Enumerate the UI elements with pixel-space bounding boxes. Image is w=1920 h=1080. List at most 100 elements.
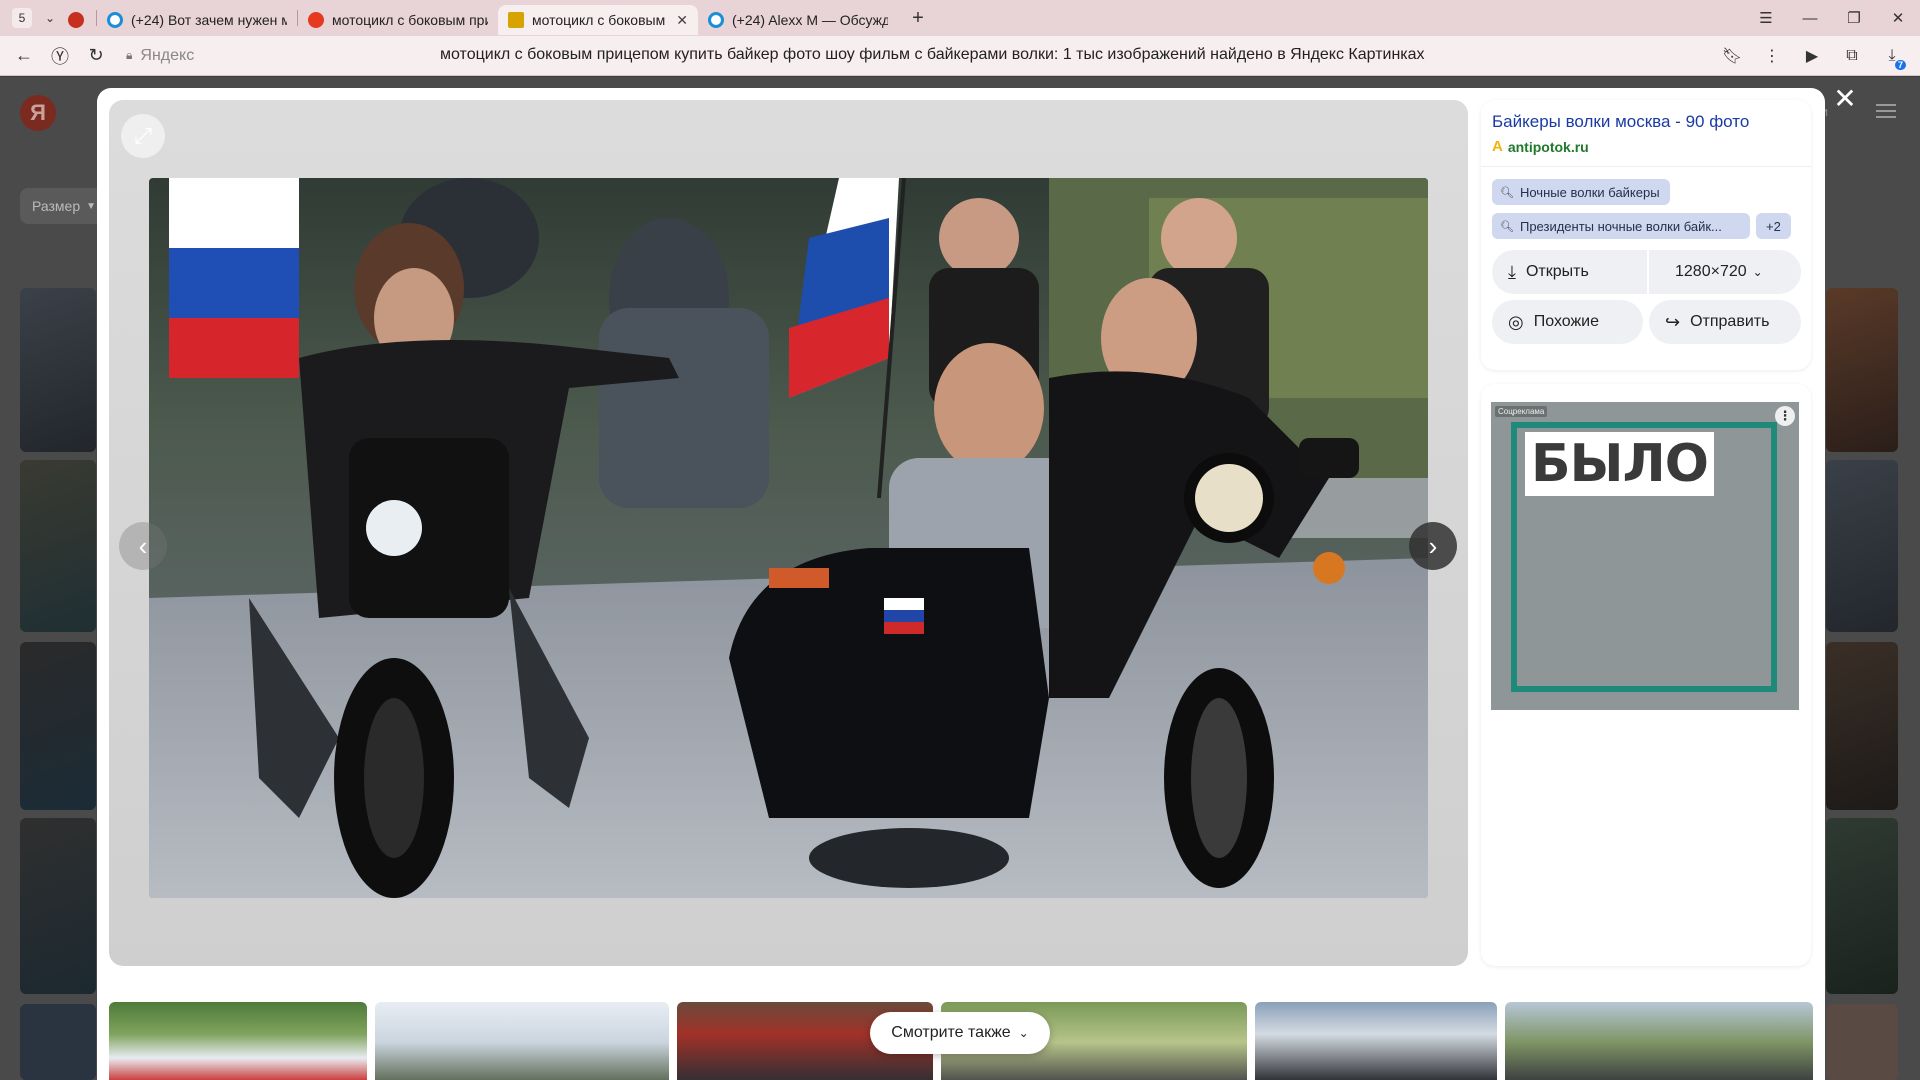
yandex-protect-icon[interactable]: Ⓨ (42, 40, 78, 72)
chevron-down-icon: ⌄ (1018, 1026, 1029, 1040)
related-thumbnail[interactable] (1255, 1002, 1497, 1080)
image-source-link[interactable]: A antipotok.ru (1492, 138, 1589, 155)
more-tags-button[interactable]: +2 (1756, 213, 1791, 239)
tab-favicon (107, 12, 123, 28)
restore-icon[interactable]: ❐ (1832, 9, 1876, 27)
camera-search-icon: ◎ (1508, 311, 1524, 332)
tab[interactable]: (+24) Alexx M — Обсужда (698, 5, 898, 35)
divider (1481, 166, 1811, 167)
ad-headline: БЫЛО (1525, 432, 1714, 496)
image-info-panel: Байкеры волки москва - 90 фото A antipot… (1481, 100, 1811, 966)
tag-label: Президенты ночные волки байк... (1519, 218, 1722, 234)
expand-fullscreen-icon[interactable]: ⤢ (121, 114, 165, 158)
reload-icon[interactable]: ↻ (78, 40, 114, 72)
address-bar-actions: 🔖︎ ⋮ ▶ ⧉ ⤓ 7 (1712, 40, 1912, 72)
tab-close-icon[interactable]: ✕ (676, 12, 688, 29)
see-also-label: Смотрите также (891, 1024, 1011, 1041)
background-thumbnail (1826, 288, 1898, 452)
address-bar: ← Ⓨ ↻ 🔒︎ Яндекс мотоцикл с боковым прице… (0, 36, 1920, 76)
tab-pinned[interactable] (60, 5, 96, 35)
tab[interactable]: (+24) Вот зачем нужен мо (97, 5, 297, 35)
ad-card: БЫЛО Соцреклама ⋮ (1481, 384, 1811, 966)
background-thumbnail (1826, 818, 1898, 994)
lock-icon[interactable]: 🔒︎ (126, 48, 132, 63)
size-filter-label: Размер (32, 198, 81, 214)
tab-favicon (308, 12, 324, 28)
hamburger-menu-icon[interactable] (1876, 104, 1896, 118)
source-domain: antipotok.ru (1507, 138, 1589, 155)
tab-count-badge[interactable]: 5 (12, 8, 32, 28)
url-domain[interactable]: Яндекс (140, 47, 194, 65)
resolution-label: 1280×720 (1675, 263, 1747, 280)
media-player-icon[interactable]: ▶ (1792, 40, 1832, 72)
share-arrow-icon: ↪ (1665, 311, 1681, 332)
more-tags-count: +2 (1766, 218, 1781, 234)
similar-images-button[interactable]: ◎ Похожие (1492, 300, 1643, 344)
background-thumbnail (1826, 460, 1898, 632)
tab-favicon (508, 12, 524, 28)
image-title-link[interactable]: Байкеры волки москва - 90 фото (1492, 112, 1749, 132)
source-favicon-icon: A (1492, 138, 1503, 155)
size-filter-dropdown[interactable]: Размер ▼ (20, 188, 104, 224)
see-also-button[interactable]: Смотрите также ⌄ (870, 1012, 1050, 1054)
url-page-title[interactable]: мотоцикл с боковым прицепом купить байке… (440, 46, 1425, 64)
background-thumbnail (20, 460, 96, 632)
download-icon: ⤓ (1508, 261, 1516, 282)
tab-list-chevron-icon[interactable]: ⌄ (40, 8, 60, 28)
background-thumbnail (20, 1004, 96, 1080)
main-image-illustration (149, 178, 1428, 898)
open-label: Открыть (1525, 263, 1589, 280)
related-thumbnail[interactable] (375, 1002, 669, 1080)
resolution-dropdown[interactable]: 1280×720 ⌄ (1649, 250, 1801, 294)
window-close-icon[interactable]: ✕ (1876, 9, 1920, 27)
tab-active[interactable]: мотоцикл с боковым п ✕ (498, 5, 698, 35)
tab-title: мотоцикл с боковым п (532, 12, 671, 28)
yandex-logo: Я (20, 95, 56, 131)
tab-title: (+24) Alexx M — Обсужда (732, 12, 888, 28)
related-search-tag[interactable]: 🔍︎ Ночные волки байкеры (1492, 179, 1670, 205)
background-thumbnail (1826, 1004, 1898, 1080)
tab[interactable]: мотоцикл с боковым при (298, 5, 498, 35)
ad-banner[interactable]: БЫЛО Соцреклама ⋮ (1491, 402, 1799, 710)
related-thumbnail[interactable] (1505, 1002, 1813, 1080)
tag-label: Ночные волки байкеры (1519, 184, 1660, 200)
viewer-close-icon[interactable]: ✕ (1830, 84, 1860, 114)
window-controls: ☰ — ❐ ✕ (1744, 0, 1920, 36)
more-vertical-icon[interactable]: ⋮ (1752, 40, 1792, 72)
collections-icon[interactable]: ⧉ (1832, 40, 1872, 72)
browser-tab-bar: 5 ⌄ (+24) Вот зачем нужен мо мотоцикл с … (0, 0, 1920, 36)
tab-favicon (708, 12, 724, 28)
tab-title: (+24) Вот зачем нужен мо (131, 12, 287, 28)
ad-options-icon[interactable]: ⋮ (1775, 406, 1795, 426)
downloads-icon[interactable]: ⤓ 7 (1872, 40, 1912, 72)
related-thumbnail[interactable] (109, 1002, 367, 1080)
minimize-icon[interactable]: — (1788, 10, 1832, 27)
new-tab-plus-icon[interactable]: + (906, 6, 930, 30)
tab-title: мотоцикл с боковым при (332, 12, 488, 28)
image-info-card: Байкеры волки москва - 90 фото A antipot… (1481, 100, 1811, 370)
share-button[interactable]: ↪ Отправить (1649, 300, 1801, 344)
search-icon: 🔍︎ (1500, 186, 1514, 199)
chevron-down-icon: ⌄ (1752, 265, 1763, 279)
image-viewer-modal: ⤢ ‹ › Байкеры волки москва - 90 фото A a… (97, 88, 1825, 1080)
back-arrow-icon[interactable]: ← (6, 40, 42, 72)
related-search-tag[interactable]: 🔍︎ Президенты ночные волки байк... (1492, 213, 1750, 239)
previous-image-chevron-icon[interactable]: ‹ (119, 522, 167, 570)
chevron-down-icon: ▼ (86, 200, 97, 212)
next-image-chevron-icon[interactable]: › (1409, 522, 1457, 570)
background-thumbnail (20, 642, 96, 810)
background-thumbnail (1826, 642, 1898, 810)
share-label: Отправить (1690, 313, 1770, 330)
downloads-badge: 7 (1894, 60, 1906, 70)
background-thumbnail (20, 818, 96, 994)
tab-favicon (68, 12, 84, 28)
browser-menu-icon[interactable]: ☰ (1744, 9, 1788, 27)
main-image[interactable] (149, 178, 1428, 898)
ad-label: Соцреклама (1495, 406, 1548, 417)
search-icon: 🔍︎ (1500, 220, 1514, 233)
image-stage: ⤢ ‹ › (109, 100, 1468, 966)
background-thumbnail (20, 288, 96, 452)
similar-label: Похожие (1533, 313, 1600, 330)
bookmark-icon[interactable]: 🔖︎ (1712, 40, 1752, 72)
open-image-button[interactable]: ⤓ Открыть (1492, 250, 1647, 294)
